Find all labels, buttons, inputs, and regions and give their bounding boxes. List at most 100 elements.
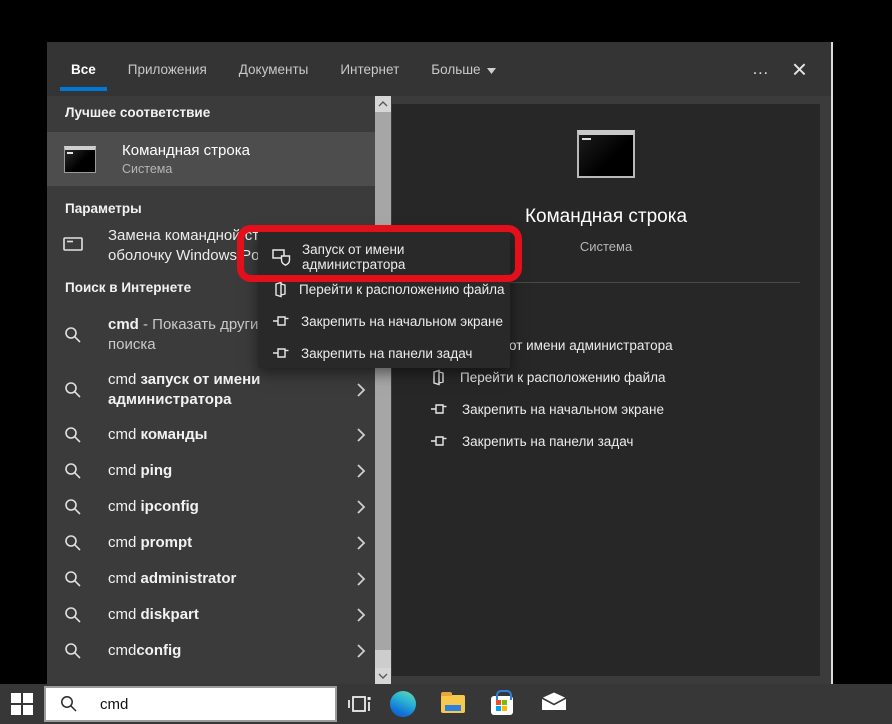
menu-item-open-file-location[interactable]: Перейти к расположению файла — [258, 273, 510, 305]
search-icon — [63, 381, 83, 399]
settings-header: Параметры — [65, 201, 375, 216]
suggestion-line2: поиска — [108, 336, 156, 353]
search-suggestion[interactable]: cmd ping — [47, 453, 375, 489]
search-input-value[interactable]: cmd — [100, 696, 128, 713]
search-icon — [63, 642, 83, 660]
scroll-up-button[interactable] — [375, 96, 391, 112]
settings-result-line2: оболочку Windows Powe — [108, 246, 279, 266]
chevron-right-icon — [356, 607, 366, 623]
action-label: Закрепить на панели задач — [462, 434, 633, 449]
tab-more[interactable]: Больше — [427, 42, 499, 96]
mail-app-icon[interactable] — [541, 692, 567, 712]
best-match-title: Командная строка — [122, 142, 250, 159]
desktop: { "colors": { "accent": "#0078d7", "high… — [0, 0, 892, 724]
menu-item-run-as-admin[interactable]: Запуск от имени администратора — [258, 241, 510, 273]
search-suggestion[interactable]: cmd diskpart — [47, 597, 375, 633]
close-button[interactable]: × — [792, 59, 807, 79]
search-filter-tabs: Все Приложения Документы Интернет Больше… — [47, 42, 831, 96]
suggestion-query: cmd — [108, 606, 136, 623]
suggestion-query: cmd — [108, 426, 136, 443]
chevron-right-icon — [356, 571, 366, 587]
pin-icon — [430, 434, 448, 448]
search-suggestion[interactable]: cmd administrator — [47, 561, 375, 597]
tab-all[interactable]: Все — [67, 42, 100, 96]
menu-item-label: Закрепить на начальном экране — [301, 314, 503, 329]
suggestion-query: cmd — [108, 316, 139, 333]
suggestion-query: cmd — [108, 642, 136, 659]
context-menu: Запуск от имени администратора Перейти к… — [258, 232, 510, 368]
suggestion-completion: prompt — [136, 534, 192, 551]
chevron-right-icon — [356, 427, 366, 443]
menu-item-label: Закрепить на панели задач — [301, 346, 472, 361]
task-view-button[interactable] — [347, 692, 371, 716]
preview-title: Командная строка — [392, 206, 820, 228]
chevron-right-icon — [356, 499, 366, 515]
edge-browser-icon[interactable] — [390, 691, 416, 717]
windows-search-flyout: Все Приложения Документы Интернет Больше… — [47, 42, 833, 684]
suggestion-query: cmd — [108, 498, 136, 515]
search-suggestion[interactable]: cmd запуск от имениадминистратора — [47, 362, 375, 417]
cmd-app-icon — [64, 146, 96, 173]
microsoft-store-icon[interactable] — [491, 696, 513, 715]
file-explorer-icon[interactable] — [441, 695, 465, 713]
search-icon — [63, 534, 83, 552]
more-options-button[interactable]: … — [752, 64, 770, 74]
ms-logo-grid — [496, 700, 508, 712]
best-match-subtitle: Система — [122, 162, 250, 176]
suggestion-query: cmd — [108, 462, 136, 479]
start-button[interactable] — [11, 693, 33, 715]
tab-more-label: Больше — [431, 62, 480, 77]
search-suggestion[interactable]: cmdconfig — [47, 633, 375, 669]
search-icon — [63, 462, 83, 480]
search-suggestion[interactable]: cmd prompt — [47, 525, 375, 561]
search-icon — [63, 606, 83, 624]
chevron-down-icon — [487, 62, 496, 77]
file-location-icon — [272, 281, 288, 298]
search-icon — [63, 498, 83, 516]
search-icon — [63, 570, 83, 588]
pin-icon — [272, 346, 290, 360]
tab-documents[interactable]: Документы — [235, 42, 313, 96]
results-scrollbar[interactable] — [375, 96, 391, 684]
tab-all-label: Все — [71, 62, 96, 77]
chevron-right-icon — [356, 382, 366, 398]
pin-icon — [430, 402, 448, 416]
taskbar-search-box[interactable]: cmd — [44, 686, 337, 722]
action-label: Перейти к расположению файла — [460, 370, 666, 385]
search-suggestion[interactable]: cmd команды — [47, 417, 375, 453]
search-icon — [63, 326, 83, 344]
suggestion-completion: ipconfig — [136, 498, 199, 515]
tab-apps[interactable]: Приложения — [124, 42, 211, 96]
suggestion-completion: команды — [136, 426, 207, 443]
result-preview-panel: Командная строка Система Запуск от имени… — [392, 104, 820, 676]
chevron-right-icon — [356, 463, 366, 479]
menu-item-pin-to-start[interactable]: Закрепить на начальном экране — [258, 305, 510, 337]
file-location-icon — [430, 369, 446, 386]
scrollbar-thumb[interactable] — [375, 112, 391, 650]
scroll-down-button[interactable] — [375, 668, 391, 684]
chevron-right-icon — [356, 643, 366, 659]
menu-item-label: Перейти к расположению файла — [299, 282, 505, 297]
search-icon — [60, 695, 78, 713]
search-icon — [63, 426, 83, 444]
suggestion-query: cmd — [108, 570, 136, 587]
best-match-result[interactable]: Командная строка Система — [47, 132, 375, 186]
pin-icon — [272, 314, 290, 328]
chevron-right-icon — [356, 535, 366, 551]
suggestion-completion: diskpart — [136, 606, 199, 623]
search-suggestion[interactable]: cmd ipconfig — [47, 489, 375, 525]
tab-web-label: Интернет — [340, 62, 399, 77]
suggestion-query: cmd — [108, 371, 136, 388]
search-results-list: Лучшее соответствие Командная строка Сис… — [47, 96, 375, 669]
menu-item-pin-to-taskbar[interactable]: Закрепить на панели задач — [258, 337, 510, 369]
action-pin-to-taskbar[interactable]: Закрепить на панели задач — [392, 425, 820, 457]
suggestion-completion: запуск от имени — [136, 371, 260, 388]
best-match-header: Лучшее соответствие — [65, 105, 375, 120]
suggestion-completion: config — [136, 642, 181, 659]
windows-logo-icon — [11, 693, 21, 703]
tab-web[interactable]: Интернет — [336, 42, 403, 96]
action-pin-to-start[interactable]: Закрепить на начальном экране — [392, 393, 820, 425]
action-label: Закрепить на начальном экране — [462, 402, 664, 417]
suggestion-query: cmd — [108, 534, 136, 551]
suggestion-completion: administrator — [136, 570, 236, 587]
